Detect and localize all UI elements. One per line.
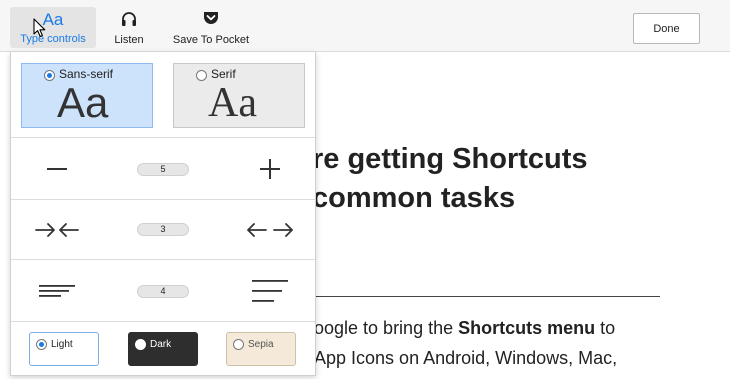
- type-controls-panel: Sans-serif Aa Serif Aa 5 3 4 Light Dark …: [10, 52, 316, 376]
- plus-icon: [260, 159, 280, 179]
- theme-sepia-label: Sepia: [248, 339, 274, 350]
- decrease-width-button[interactable]: [35, 215, 79, 245]
- article-heading-line-1: re getting Shortcuts: [312, 143, 588, 175]
- arrows-outward-icon: [247, 223, 293, 237]
- serif-sample: Aa: [208, 80, 257, 126]
- article-text: to: [595, 318, 616, 338]
- decrease-line-height-button[interactable]: [35, 276, 79, 306]
- increase-width-button[interactable]: [245, 215, 295, 245]
- serif-radio[interactable]: [196, 70, 207, 81]
- light-radio[interactable]: [36, 339, 47, 350]
- increase-line-height-button[interactable]: [245, 276, 295, 306]
- headphones-icon: [122, 12, 136, 26]
- font-sans-serif-option[interactable]: Sans-serif Aa: [21, 63, 153, 128]
- save-to-pocket-label: Save To Pocket: [172, 34, 250, 46]
- done-button[interactable]: Done: [633, 13, 700, 44]
- article-heading-line-2: common tasks: [312, 182, 516, 214]
- article-paragraph-line-1: oogle to bring the Shortcuts menu to: [314, 313, 617, 343]
- line-height-row: 4: [11, 260, 315, 322]
- font-size-value: 5: [137, 163, 189, 176]
- color-theme-row: Light Dark Sepia: [11, 322, 315, 376]
- minus-icon: [47, 168, 67, 170]
- article-bold-text: Shortcuts menu: [458, 318, 596, 338]
- line-height-value: 4: [137, 285, 189, 298]
- type-controls-button[interactable]: Aa Type controls: [10, 7, 96, 48]
- theme-dark-label: Dark: [150, 339, 172, 350]
- font-serif-option[interactable]: Serif Aa: [173, 63, 305, 128]
- theme-sepia-button[interactable]: Sepia: [226, 332, 296, 366]
- arrows-inward-icon: [35, 223, 79, 237]
- serif-label: Serif: [211, 67, 236, 81]
- font-family-row: Sans-serif Aa Serif Aa: [11, 52, 315, 138]
- content-width-row: 3: [11, 200, 315, 260]
- article-divider: [312, 296, 660, 297]
- sans-serif-radio[interactable]: [44, 70, 55, 81]
- decrease-font-size-button[interactable]: [35, 154, 79, 184]
- theme-light-button[interactable]: Light: [29, 332, 99, 366]
- article-paragraph-line-2: App Icons on Android, Windows, Mac,: [314, 348, 618, 368]
- sans-serif-sample: Aa: [57, 79, 109, 126]
- theme-light-label: Light: [51, 339, 73, 350]
- pocket-icon: [204, 12, 218, 24]
- listen-button[interactable]: Listen: [112, 0, 146, 50]
- reader-toolbar: Aa Type controls Listen Save To Pocket D…: [0, 0, 730, 52]
- sepia-radio[interactable]: [233, 339, 244, 350]
- lines-tight-icon: [39, 285, 75, 297]
- article-paragraph: oogle to bring the Shortcuts menu to App…: [314, 313, 617, 373]
- increase-font-size-button[interactable]: [245, 154, 295, 184]
- article-text: oogle to bring the: [314, 318, 459, 338]
- type-aa-icon: Aa: [42, 10, 64, 29]
- theme-dark-button[interactable]: Dark: [128, 332, 198, 366]
- type-controls-label: Type controls: [20, 33, 86, 45]
- article-heading: re getting Shortcuts common tasks: [312, 140, 588, 218]
- save-to-pocket-button[interactable]: Save To Pocket: [172, 0, 250, 50]
- content-width-value: 3: [137, 223, 189, 236]
- dark-radio[interactable]: [135, 339, 146, 350]
- listen-label: Listen: [114, 34, 144, 46]
- lines-loose-icon: [252, 280, 288, 302]
- font-size-row: 5: [11, 138, 315, 200]
- mouse-cursor-icon: [33, 18, 46, 38]
